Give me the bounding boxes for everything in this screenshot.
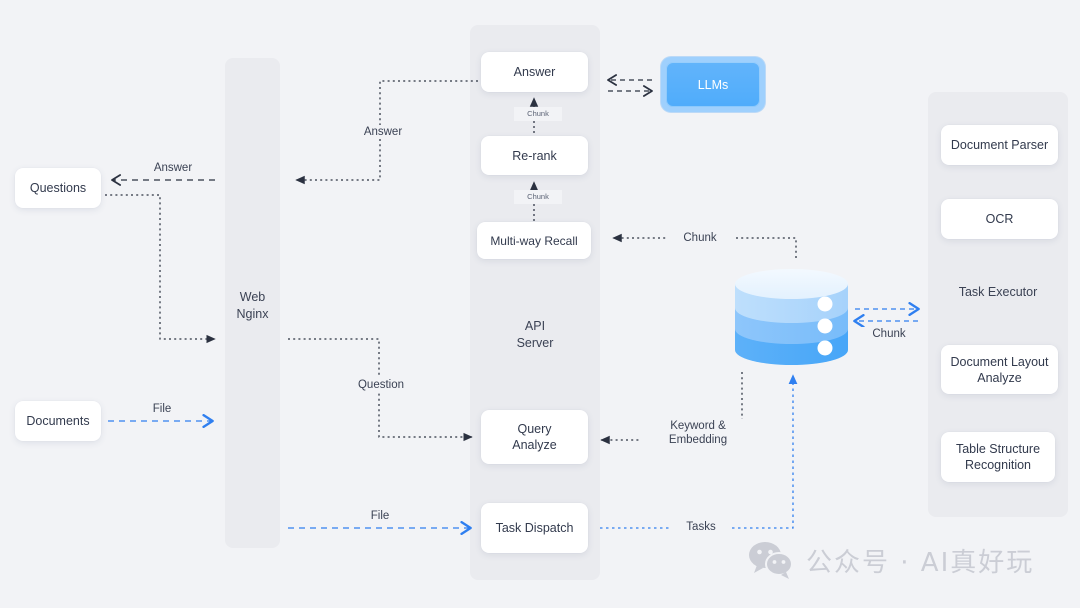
- card-table-structure-recognition[interactable]: Table Structure Recognition: [941, 432, 1055, 482]
- card-questions[interactable]: Questions: [15, 168, 101, 208]
- edge-label-question: Question: [340, 378, 422, 392]
- panel-web-nginx-label: Web Nginx: [236, 290, 269, 321]
- card-document-parser[interactable]: Document Parser: [941, 125, 1058, 165]
- card-re-rank[interactable]: Re-rank: [481, 136, 588, 175]
- edge-label-chunk-db-executor: Chunk: [858, 327, 920, 341]
- edge-label-file-documents: File: [130, 402, 194, 416]
- edge-label-chunk-rerank-answer: Chunk: [514, 107, 562, 121]
- card-llms[interactable]: LLMs: [661, 57, 765, 112]
- card-ocr[interactable]: OCR: [941, 199, 1058, 239]
- edge-label-keyword-embedding: Keyword & Embedding: [640, 419, 756, 447]
- card-query-analyze[interactable]: Query Analyze: [481, 410, 588, 464]
- card-llms-label: LLMs: [666, 62, 760, 107]
- card-answer[interactable]: Answer: [481, 52, 588, 92]
- edge-label-file-dispatch: File: [348, 509, 412, 523]
- wechat-icon: [749, 542, 793, 579]
- edge-label-chunk-recall-rerank: Chunk: [514, 190, 562, 204]
- card-documents[interactable]: Documents: [15, 401, 101, 441]
- card-task-dispatch[interactable]: Task Dispatch: [481, 503, 588, 553]
- edge-label-answer-from-api: Answer: [346, 125, 420, 139]
- edge-label-answer-to-questions: Answer: [136, 161, 210, 175]
- watermark: 公众号 · AI真好玩: [748, 540, 1034, 580]
- card-document-layout-analyze[interactable]: Document Layout Analyze: [941, 345, 1058, 394]
- panel-task-executor-label: Task Executor: [958, 285, 1038, 299]
- database-cylinder-icon: [733, 268, 850, 374]
- watermark-text: 公众号 · AI真好玩: [806, 547, 1035, 578]
- edge-label-chunk-db-recall: Chunk: [666, 231, 734, 245]
- panel-api-server-label: API Server: [516, 319, 554, 350]
- edge-label-tasks: Tasks: [670, 520, 732, 534]
- diagram-canvas: Web Nginx API Server Task Executor Answe…: [0, 0, 1080, 608]
- card-multi-way-recall[interactable]: Multi-way Recall: [477, 222, 591, 259]
